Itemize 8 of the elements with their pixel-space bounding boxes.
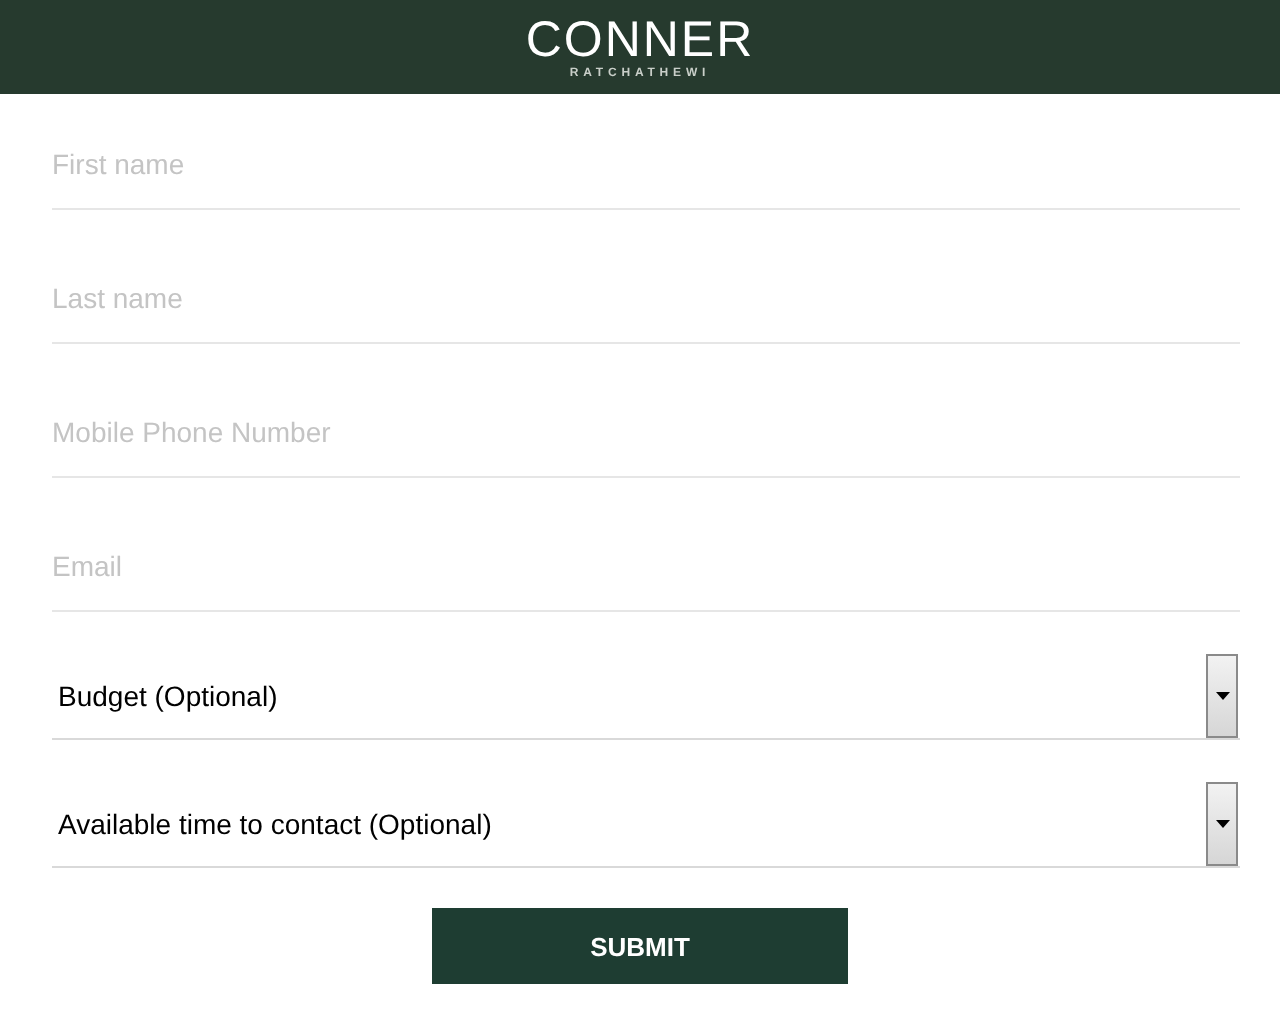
dropdown-arrow-button[interactable]	[1206, 653, 1238, 737]
caret-icon	[1215, 691, 1229, 699]
dropdown-field[interactable]: Available time to contact (Optional)	[52, 780, 1240, 868]
dropdown-arrow-button[interactable]	[1206, 781, 1238, 865]
logo: CONNER	[525, 13, 755, 65]
submit-button[interactable]: SUBMIT	[432, 908, 848, 984]
dropdown-field[interactable]: Budget (Optional)	[52, 652, 1240, 740]
caret-icon	[1215, 819, 1229, 827]
